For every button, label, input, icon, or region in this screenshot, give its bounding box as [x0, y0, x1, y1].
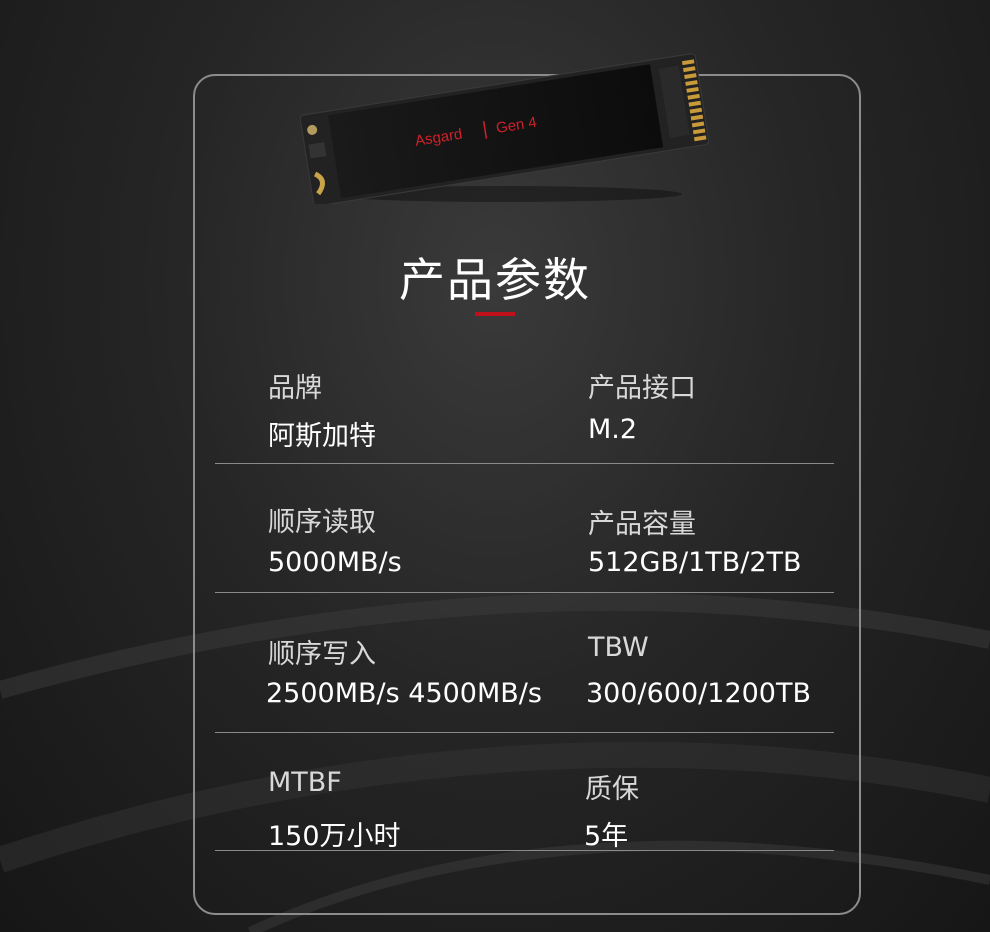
spec-value-mtbf: 150万小时	[268, 821, 401, 852]
spec-value-brand: 阿斯加特	[268, 421, 376, 452]
row-divider	[215, 850, 834, 851]
spec-label-interface: 产品接口	[588, 373, 696, 404]
ssd-product-image: Asgard Gen 4	[299, 53, 710, 204]
title-accent-bar	[475, 312, 515, 316]
spec-label-tbw: TBW	[588, 632, 649, 663]
spec-value-seq-read: 5000MB/s	[268, 547, 402, 578]
page-title: 产品参数	[399, 253, 591, 307]
row-divider	[215, 592, 834, 593]
spec-label-seq-read: 顺序读取	[268, 507, 376, 538]
spec-label-mtbf: MTBF	[268, 767, 342, 798]
spec-value-tbw: 300/600/1200TB	[586, 678, 811, 709]
spec-label-seq-write: 顺序写入	[268, 639, 376, 670]
spec-label-capacity: 产品容量	[588, 509, 696, 540]
spec-value-warranty: 5年	[584, 821, 629, 852]
spec-value-interface: M.2	[588, 414, 638, 445]
spec-label-warranty: 质保	[585, 774, 639, 805]
row-divider	[215, 732, 834, 733]
row-divider	[215, 463, 834, 464]
spec-label-brand: 品牌	[268, 373, 322, 404]
spec-value-capacity: 512GB/1TB/2TB	[588, 547, 802, 578]
spec-value-seq-write: 2500MB/s 4500MB/s	[266, 678, 542, 709]
